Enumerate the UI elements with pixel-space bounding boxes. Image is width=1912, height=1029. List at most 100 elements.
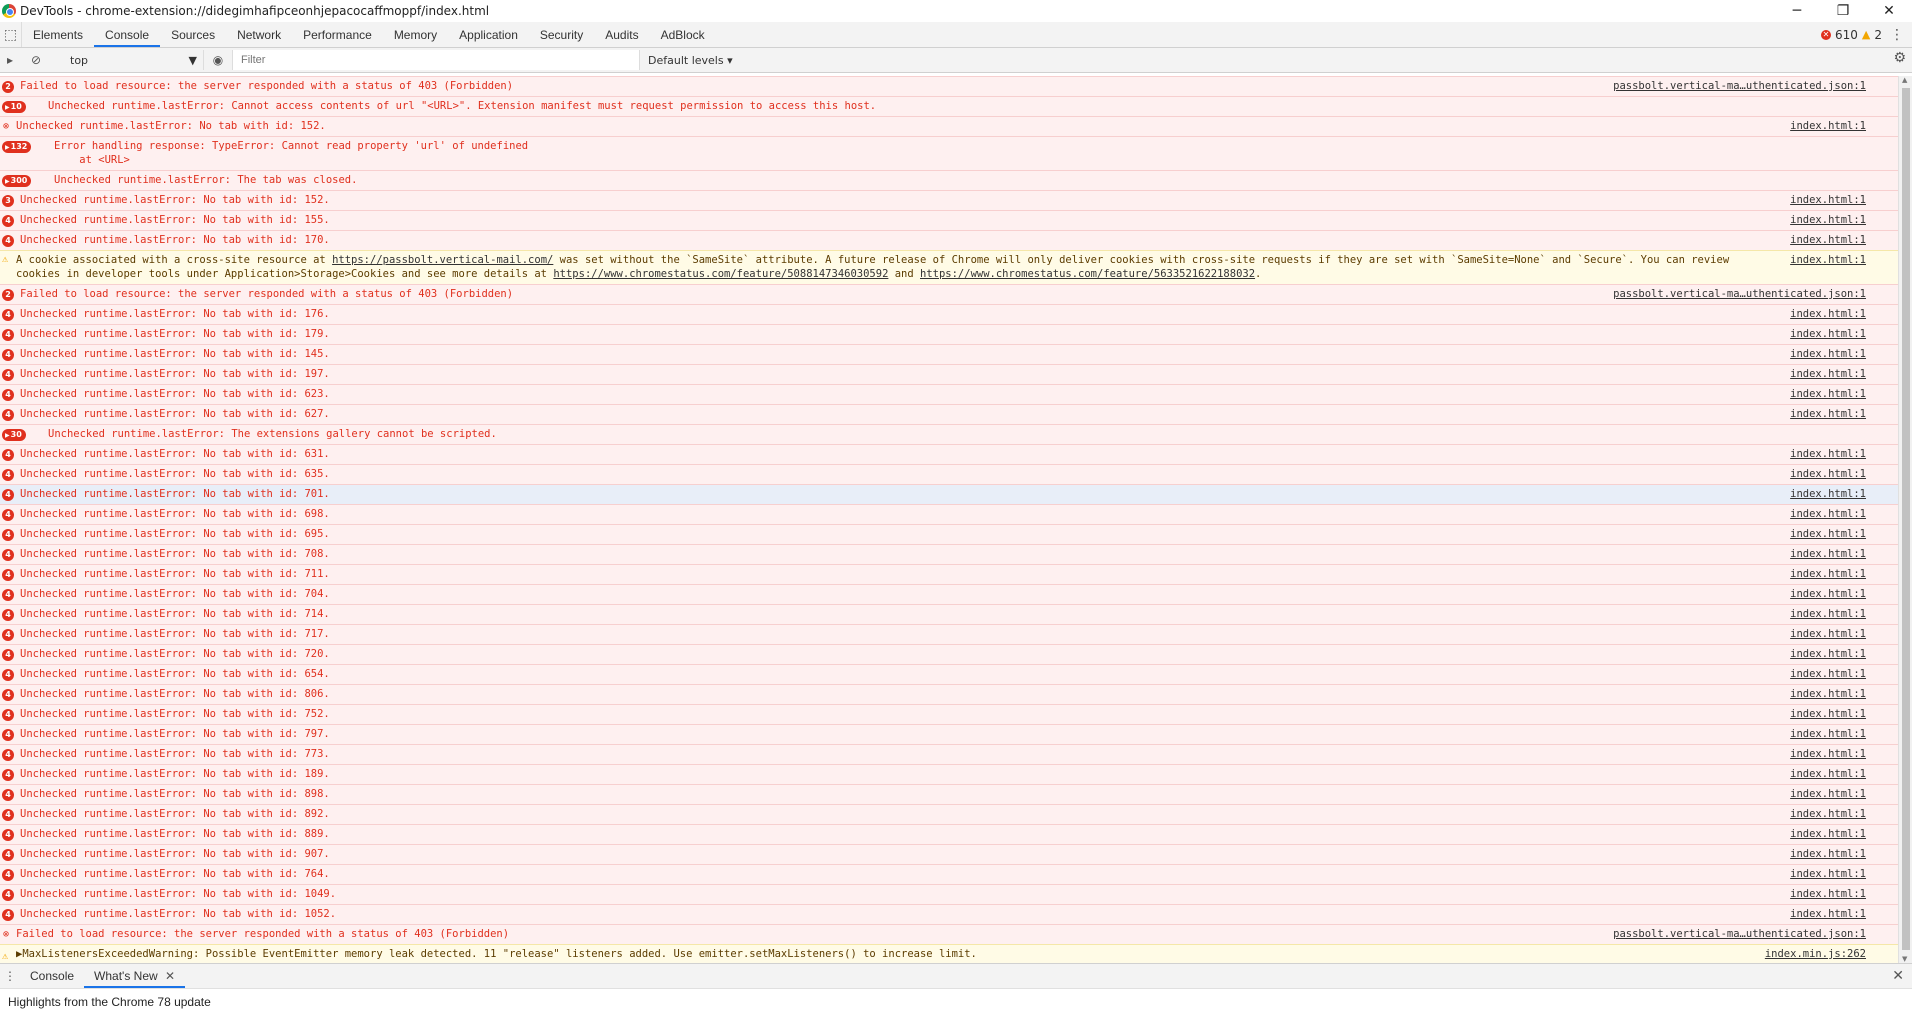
console-error-row[interactable]: 4 Unchecked runtime.lastError: No tab wit… [0, 544, 1912, 564]
source-link[interactable]: index.html:1 [1790, 325, 1866, 344]
console-error-row[interactable]: 4 Unchecked runtime.lastError: No tab wit… [0, 884, 1912, 904]
source-link[interactable]: index.html:1 [1790, 405, 1866, 424]
minimize-button[interactable]: ─ [1774, 0, 1820, 22]
drawer-tab-whats-new[interactable]: What's New ✕ [84, 964, 186, 988]
source-link[interactable]: index.html:1 [1790, 705, 1866, 724]
source-link[interactable]: index.html:1 [1790, 565, 1866, 584]
console-error-row[interactable]: 4 Unchecked runtime.lastError: No tab wit… [0, 304, 1912, 324]
console-error-row[interactable]: 4 Unchecked runtime.lastError: No tab wit… [0, 210, 1912, 230]
source-link[interactable]: index.html:1 [1790, 465, 1866, 484]
drawer-menu-icon[interactable]: ⋮ [0, 964, 20, 988]
console-error-row[interactable]: 4 Unchecked runtime.lastError: No tab wit… [0, 864, 1912, 884]
source-link[interactable]: index.html:1 [1790, 305, 1866, 324]
console-error-row[interactable]: 4 Unchecked runtime.lastError: No tab wit… [0, 364, 1912, 384]
source-link[interactable]: index.html:1 [1790, 345, 1866, 364]
tab-adblock[interactable]: AdBlock [650, 22, 716, 47]
console-error-row[interactable]: 10 Unchecked runtime.lastError: Cannot ac… [0, 96, 1912, 116]
source-link[interactable]: index.html:1 [1790, 385, 1866, 404]
issue-counts[interactable]: ✕ 610 ▲ 2 [1820, 22, 1882, 48]
console-error-row[interactable]: 4 Unchecked runtime.lastError: No tab wit… [0, 624, 1912, 644]
console-error-row[interactable]: 4 Unchecked runtime.lastError: No tab wit… [0, 344, 1912, 364]
source-link[interactable]: index.html:1 [1790, 505, 1866, 524]
console-error-row[interactable]: ⊗ Unchecked runtime.lastError: No tab wit… [0, 116, 1912, 136]
console-error-row[interactable]: 4 Unchecked runtime.lastError: No tab wit… [0, 844, 1912, 864]
tab-elements[interactable]: Elements [22, 22, 94, 47]
source-link[interactable]: index.html:1 [1790, 485, 1866, 504]
source-link[interactable]: index.html:1 [1790, 805, 1866, 824]
console-error-row[interactable]: 4 Unchecked runtime.lastError: No tab wit… [0, 724, 1912, 744]
console-error-row[interactable]: 4 Unchecked runtime.lastError: No tab wit… [0, 584, 1912, 604]
source-link[interactable]: index.html:1 [1790, 725, 1866, 744]
tab-security[interactable]: Security [529, 22, 594, 47]
message-link[interactable]: https://www.chromestatus.com/feature/563… [920, 268, 1255, 280]
console-error-row[interactable]: 4 Unchecked runtime.lastError: No tab wit… [0, 484, 1912, 504]
console-error-row[interactable]: 4 Unchecked runtime.lastError: No tab wit… [0, 230, 1912, 250]
tab-performance[interactable]: Performance [292, 22, 383, 47]
drawer-tab-console[interactable]: Console [20, 964, 84, 988]
source-link[interactable]: index.html:1 [1790, 445, 1866, 464]
source-link[interactable]: index.html:1 [1790, 885, 1866, 904]
source-link[interactable]: index.html:1 [1790, 117, 1866, 136]
source-link[interactable]: index.html:1 [1790, 211, 1866, 230]
scroll-down-icon[interactable]: ▼ [1902, 955, 1907, 963]
close-window-button[interactable]: ✕ [1866, 0, 1912, 22]
tab-application[interactable]: Application [448, 22, 529, 47]
source-link[interactable]: passbolt.vertical-ma…uthenticated.json:1 [1613, 285, 1866, 304]
console-scrollbar[interactable]: ▲ ▼ [1898, 76, 1912, 963]
console-error-row[interactable]: 300 Unchecked runtime.lastError: The tab … [0, 170, 1912, 190]
source-link[interactable]: index.html:1 [1790, 845, 1866, 864]
console-error-row[interactable]: 4 Unchecked runtime.lastError: No tab wit… [0, 404, 1912, 424]
console-error-row[interactable]: 4 Unchecked runtime.lastError: No tab wit… [0, 704, 1912, 724]
console-error-row[interactable]: 4 Unchecked runtime.lastError: No tab wit… [0, 744, 1912, 764]
repeat-count-badge[interactable]: 10 [2, 101, 26, 113]
whats-new-highlight[interactable]: Highlights from the Chrome 78 update [0, 989, 1912, 1015]
scroll-up-icon[interactable]: ▲ [1902, 76, 1907, 84]
context-selector[interactable]: top ▼ [64, 50, 204, 70]
console-error-row[interactable]: 4 Unchecked runtime.lastError: No tab wit… [0, 664, 1912, 684]
customize-menu-icon[interactable]: ⋮ [1890, 22, 1904, 48]
filter-input[interactable] [232, 50, 640, 70]
clear-console-icon[interactable]: ⊘ [26, 50, 46, 70]
console-error-row[interactable]: 4 Unchecked runtime.lastError: No tab wit… [0, 444, 1912, 464]
console-error-row[interactable]: 3 Unchecked runtime.lastError: No tab wit… [0, 190, 1912, 210]
close-tab-icon[interactable]: ✕ [165, 969, 175, 983]
repeat-count-badge[interactable]: 30 [2, 429, 26, 441]
close-drawer-icon[interactable]: ✕ [1892, 964, 1904, 988]
sidebar-toggle-icon[interactable]: ▸ [0, 50, 20, 70]
console-error-row[interactable]: 2 Failed to load resource: the server res… [0, 76, 1912, 96]
live-expression-eye-icon[interactable]: ◉ [204, 53, 232, 67]
tab-audits[interactable]: Audits [594, 22, 649, 47]
tab-sources[interactable]: Sources [160, 22, 226, 47]
console-error-row[interactable]: 4 Unchecked runtime.lastError: No tab wit… [0, 824, 1912, 844]
inspect-element-icon[interactable]: ⬚ [0, 22, 22, 47]
console-error-row[interactable]: 4 Unchecked runtime.lastError: No tab wit… [0, 644, 1912, 664]
console-error-row[interactable]: 132 Error handling response: TypeError: C… [0, 136, 1912, 170]
source-link[interactable]: index.html:1 [1790, 625, 1866, 644]
source-link[interactable]: index.html:1 [1790, 865, 1866, 884]
console-warning-row[interactable]: ⚠ A cookie associated with a cross-site r… [0, 250, 1912, 284]
console-error-row[interactable]: 4 Unchecked runtime.lastError: No tab wit… [0, 564, 1912, 584]
source-link[interactable]: index.html:1 [1790, 645, 1866, 664]
source-link[interactable]: index.html:1 [1790, 905, 1866, 924]
source-link[interactable]: index.html:1 [1790, 365, 1866, 384]
console-error-row[interactable]: 4 Unchecked runtime.lastError: No tab wit… [0, 764, 1912, 784]
source-link[interactable]: index.html:1 [1790, 785, 1866, 804]
console-error-row[interactable]: 4 Unchecked runtime.lastError: No tab wit… [0, 384, 1912, 404]
source-link[interactable]: index.html:1 [1790, 745, 1866, 764]
source-link[interactable]: index.html:1 [1790, 253, 1866, 267]
source-link[interactable]: index.html:1 [1790, 585, 1866, 604]
console-error-row[interactable]: 4 Unchecked runtime.lastError: No tab wit… [0, 464, 1912, 484]
console-warning-row[interactable]: ⚠ ▶MaxListenersExceededWarning: Possible … [0, 944, 1912, 963]
source-link[interactable]: index.html:1 [1790, 825, 1866, 844]
tab-memory[interactable]: Memory [383, 22, 448, 47]
console-error-row[interactable]: 4 Unchecked runtime.lastError: No tab wit… [0, 684, 1912, 704]
console-settings-gear-icon[interactable]: ⚙ [1893, 50, 1906, 66]
source-link[interactable]: index.html:1 [1790, 545, 1866, 564]
console-error-row[interactable]: 30 Unchecked runtime.lastError: The exten… [0, 424, 1912, 444]
source-link[interactable]: passbolt.vertical-ma…uthenticated.json:1 [1613, 925, 1866, 944]
source-link[interactable]: index.html:1 [1790, 665, 1866, 684]
source-link[interactable]: index.html:1 [1790, 605, 1866, 624]
message-link[interactable]: https://passbolt.vertical-mail.com/ [332, 254, 553, 266]
source-link[interactable]: index.html:1 [1790, 231, 1866, 250]
log-levels-dropdown[interactable]: Default levels ▾ [648, 54, 733, 67]
